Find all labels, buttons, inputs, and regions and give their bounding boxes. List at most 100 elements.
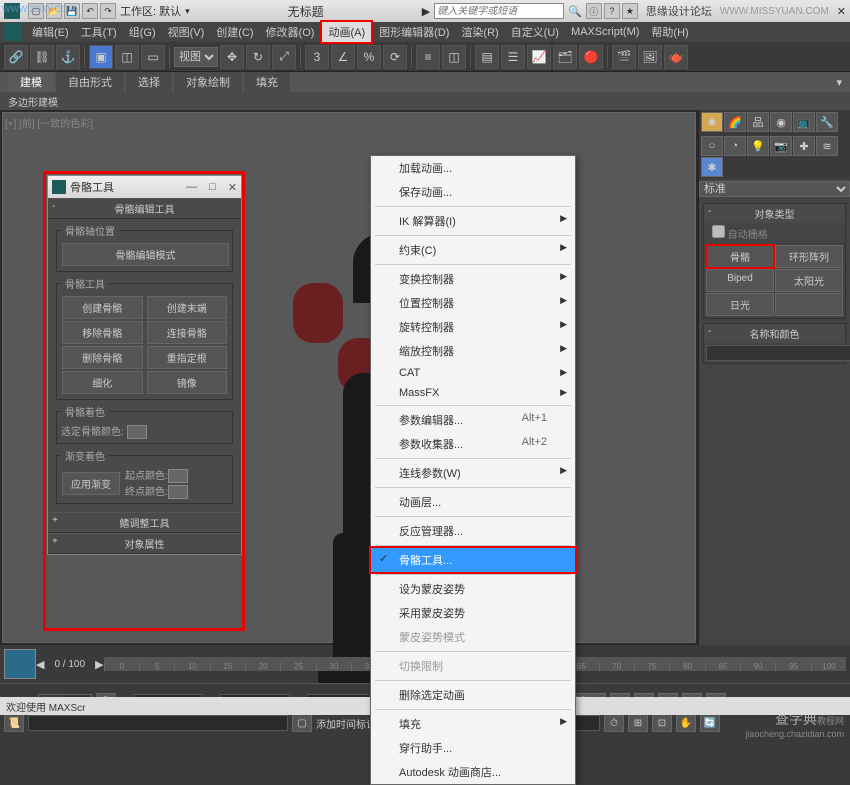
- section-edit-tools[interactable]: - 骨骼编辑工具: [48, 198, 241, 219]
- nav-icon-3[interactable]: ✋: [676, 714, 696, 732]
- menu-item[interactable]: 反应管理器...: [371, 519, 575, 543]
- named-sets-icon[interactable]: ≡: [416, 45, 440, 69]
- menu-item[interactable]: 保存动画...: [371, 180, 575, 204]
- object-name-input[interactable]: [706, 345, 850, 361]
- delete-bone-button[interactable]: 移除骨骼: [62, 321, 143, 344]
- menu-item[interactable]: 穿行助手...: [371, 736, 575, 760]
- menu-item[interactable]: 约束(C)▶: [371, 238, 575, 262]
- menu-item[interactable]: IK 解算器(I)▶: [371, 209, 575, 233]
- expand-icon[interactable]: +: [52, 536, 58, 547]
- minimize-icon[interactable]: —: [186, 181, 197, 194]
- curve-editor-icon[interactable]: 📈: [527, 45, 551, 69]
- menu-modifiers[interactable]: 修改器(O): [260, 22, 321, 42]
- time-config-icon[interactable]: ⏱: [604, 714, 624, 732]
- timeline-right-icon[interactable]: ▶: [95, 658, 103, 671]
- bind-icon[interactable]: ⚓: [56, 45, 80, 69]
- select-window-icon[interactable]: ▭: [141, 45, 165, 69]
- menu-item[interactable]: 动画层...: [371, 490, 575, 514]
- select-region-icon[interactable]: ◫: [115, 45, 139, 69]
- menu-item[interactable]: 填充▶: [371, 712, 575, 736]
- tab-select[interactable]: 选择: [126, 72, 172, 92]
- ribbon-chevron-icon[interactable]: ▾: [836, 76, 842, 89]
- helpers-icon[interactable]: ✚: [793, 136, 815, 156]
- script-icon[interactable]: 📜: [4, 714, 24, 732]
- maximize-icon[interactable]: □: [209, 181, 216, 194]
- modify-tab-icon[interactable]: 🌈: [724, 112, 746, 132]
- motion-tab-icon[interactable]: ◉: [770, 112, 792, 132]
- menu-animation[interactable]: 动画(A): [320, 20, 373, 44]
- refine-button[interactable]: 细化: [62, 371, 143, 394]
- search-input[interactable]: [434, 3, 564, 19]
- render-icon[interactable]: 🫖: [664, 45, 688, 69]
- move-icon[interactable]: ✥: [220, 45, 244, 69]
- connect-bone-button[interactable]: 连接骨骼: [147, 321, 228, 344]
- menu-item[interactable]: 删除选定动画: [371, 683, 575, 707]
- schematic-icon[interactable]: 🗂: [553, 45, 577, 69]
- redo-icon[interactable]: ↷: [100, 3, 116, 19]
- viewport-front[interactable]: [+] [前] [一致的色彩] 骨骼工具 — □ ✕: [2, 112, 696, 643]
- ring-array-button[interactable]: 环形阵列: [775, 245, 843, 268]
- render-setup-icon[interactable]: 🎬: [612, 45, 636, 69]
- sunlight-button[interactable]: 太阳光: [775, 269, 843, 292]
- menu-rendering[interactable]: 渲染(R): [455, 22, 504, 42]
- apply-gradient-button[interactable]: 应用渐变: [62, 472, 120, 495]
- del-bone2-button[interactable]: 删除骨骼: [62, 346, 143, 369]
- app-menu-icon[interactable]: [4, 23, 22, 41]
- category-dropdown[interactable]: 标准: [699, 181, 850, 197]
- menu-item[interactable]: 参数收集器...Alt+2: [371, 432, 575, 456]
- menu-item[interactable]: 设为蒙皮姿势: [371, 577, 575, 601]
- undo-icon[interactable]: ↶: [82, 3, 98, 19]
- space-warps-icon[interactable]: ≋: [816, 136, 838, 156]
- mirror-icon[interactable]: ◫: [442, 45, 466, 69]
- menu-item[interactable]: 变换控制器▶: [371, 267, 575, 291]
- display-tab-icon[interactable]: 📺: [793, 112, 815, 132]
- collapse-icon[interactable]: -: [708, 206, 711, 217]
- ribbon-subtab[interactable]: 多边形建模: [0, 92, 850, 110]
- menu-maxscript[interactable]: MAXScript(M): [565, 24, 645, 40]
- utilities-tab-icon[interactable]: 🔧: [816, 112, 838, 132]
- section-finetune[interactable]: + 鳍调整工具: [48, 512, 241, 533]
- star-icon[interactable]: ★: [622, 3, 638, 19]
- menu-item[interactable]: 采用蒙皮姿势: [371, 601, 575, 625]
- rotate-icon[interactable]: ↻: [246, 45, 270, 69]
- bone-edit-mode-button[interactable]: 骨骼编辑模式: [62, 243, 229, 266]
- expand-icon[interactable]: +: [52, 515, 58, 526]
- menu-tools[interactable]: 工具(T): [75, 22, 123, 42]
- window-close-icon[interactable]: ✕: [228, 181, 237, 194]
- tab-object-paint[interactable]: 对象绘制: [174, 72, 242, 92]
- menu-edit[interactable]: 编辑(E): [26, 22, 75, 42]
- name-color-header[interactable]: - 名称和颜色: [704, 324, 845, 343]
- menu-item[interactable]: 缩放控制器▶: [371, 339, 575, 363]
- nav-icon-1[interactable]: ⊞: [628, 714, 648, 732]
- listener-input[interactable]: [28, 715, 288, 731]
- align-icon[interactable]: ▤: [475, 45, 499, 69]
- collapse-icon[interactable]: -: [52, 201, 55, 212]
- menu-item[interactable]: MassFX▶: [371, 383, 575, 403]
- search-icon[interactable]: 🔍: [568, 5, 582, 18]
- menu-views[interactable]: 视图(V): [162, 22, 211, 42]
- hierarchy-tab-icon[interactable]: 品: [747, 112, 769, 132]
- create-tab-icon[interactable]: ✱: [701, 112, 723, 132]
- layer-icon[interactable]: ☰: [501, 45, 525, 69]
- selected-color-swatch[interactable]: [127, 425, 147, 439]
- menu-customize[interactable]: 自定义(U): [505, 22, 565, 42]
- unlink-icon[interactable]: ⛓: [30, 45, 54, 69]
- start-color-swatch[interactable]: [168, 469, 188, 483]
- snap-icon[interactable]: 3: [305, 45, 329, 69]
- menu-item[interactable]: 旋转控制器▶: [371, 315, 575, 339]
- timeline-left-icon[interactable]: ◀: [36, 658, 44, 671]
- end-color-swatch[interactable]: [168, 485, 188, 499]
- geometry-icon[interactable]: ○: [701, 136, 723, 156]
- percent-snap-icon[interactable]: %: [357, 45, 381, 69]
- render-frame-icon[interactable]: 🖼: [638, 45, 662, 69]
- tab-modeling[interactable]: 建模: [8, 72, 54, 92]
- menu-item[interactable]: ✓骨骼工具...: [369, 546, 577, 574]
- create-bone-button[interactable]: 创建骨骼: [62, 296, 143, 319]
- window-title-bar[interactable]: 骨骼工具 — □ ✕: [48, 176, 241, 198]
- object-type-header[interactable]: - 对象类型: [704, 204, 845, 223]
- tab-freeform[interactable]: 自由形式: [56, 72, 124, 92]
- shapes-icon[interactable]: ◔: [724, 136, 746, 156]
- bones-button[interactable]: 骨骼: [705, 244, 775, 269]
- nav-icon-2[interactable]: ⊡: [652, 714, 672, 732]
- angle-snap-icon[interactable]: ∠: [331, 45, 355, 69]
